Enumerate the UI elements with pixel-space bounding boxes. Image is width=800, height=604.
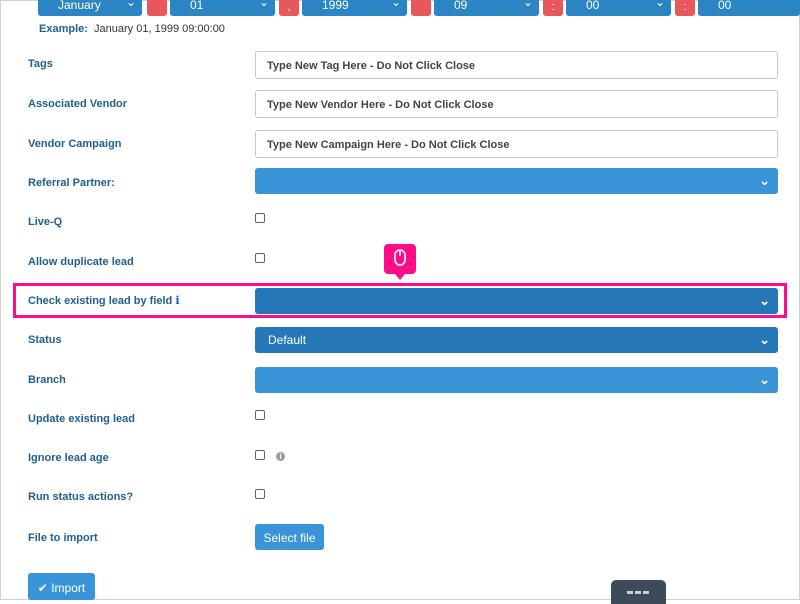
- file-label: File to import: [28, 532, 98, 544]
- chevron-down-icon: ⌄: [522, 0, 533, 9]
- example-value: January 01, 1999 09:00:00: [94, 23, 225, 35]
- check-existing-select[interactable]: ⌄: [255, 288, 778, 314]
- status-value: Default: [268, 333, 307, 347]
- status-select[interactable]: Default ⌄: [255, 327, 778, 353]
- date-separator: [147, 0, 167, 16]
- tags-label: Tags: [28, 58, 53, 70]
- ignore-age-label: Ignore lead age: [28, 452, 109, 464]
- vendor-placeholder: Type New Vendor Here - Do Not Click Clos…: [267, 99, 494, 111]
- tags-placeholder: Type New Tag Here - Do Not Click Close: [267, 60, 476, 72]
- vendor-input[interactable]: Type New Vendor Here - Do Not Click Clos…: [255, 90, 778, 118]
- chevron-down-icon: ⌄: [125, 0, 136, 9]
- liveq-label: Live-Q: [28, 216, 63, 228]
- run-status-checkbox[interactable]: [255, 489, 265, 499]
- update-existing-checkbox[interactable]: [255, 410, 265, 420]
- toolbar-dot: [635, 591, 641, 594]
- referral-select[interactable]: ⌄: [255, 168, 778, 194]
- import-label: Import: [51, 581, 86, 595]
- info-icon: i: [175, 294, 180, 307]
- chevron-down-icon: ⌄: [759, 372, 770, 387]
- liveq-checkbox[interactable]: [255, 213, 265, 223]
- time-separator: :: [543, 0, 563, 16]
- toolbar-dot: [643, 591, 649, 594]
- date-separator: [411, 0, 431, 16]
- import-button[interactable]: ✔ Import: [28, 573, 95, 600]
- chevron-down-icon: ⌄: [258, 0, 269, 9]
- campaign-label: Vendor Campaign: [28, 138, 122, 150]
- bottom-toolbar[interactable]: [611, 580, 666, 604]
- duplicate-checkbox[interactable]: [255, 253, 265, 263]
- check-existing-label: Check existing lead by field i: [28, 294, 180, 307]
- example-label: Example:: [39, 23, 88, 35]
- second-select[interactable]: 00: [698, 0, 800, 16]
- chevron-down-icon: ⌄: [759, 293, 770, 308]
- minute-select[interactable]: 00 ⌄: [566, 0, 671, 16]
- date-example: Example: January 01, 1999 09:00:00: [39, 23, 225, 35]
- month-select[interactable]: January ⌄: [38, 0, 142, 16]
- vendor-label: Associated Vendor: [28, 98, 128, 110]
- check-circle-icon: ✔: [37, 581, 48, 595]
- ignore-age-checkbox[interactable]: [255, 450, 265, 460]
- toolbar-dot: [627, 591, 633, 594]
- chevron-down-icon: ⌄: [654, 0, 665, 9]
- tags-input[interactable]: Type New Tag Here - Do Not Click Close: [255, 51, 778, 79]
- select-file-button[interactable]: Select file: [255, 524, 324, 550]
- second-value: 00: [718, 0, 732, 12]
- year-select[interactable]: 1999 ⌄: [302, 0, 407, 16]
- campaign-input[interactable]: Type New Campaign Here - Do Not Click Cl…: [255, 130, 778, 158]
- hour-value: 09: [454, 0, 468, 12]
- month-value: January: [58, 0, 101, 12]
- referral-label: Referral Partner:: [28, 177, 115, 189]
- info-icon[interactable]: i: [276, 452, 285, 461]
- chevron-down-icon: ⌄: [390, 0, 401, 9]
- duplicate-label: Allow duplicate lead: [28, 256, 134, 268]
- status-label: Status: [28, 334, 62, 346]
- minute-value: 00: [586, 0, 600, 12]
- update-existing-label: Update existing lead: [28, 413, 135, 425]
- mouse-icon: [394, 249, 406, 266]
- campaign-placeholder: Type New Campaign Here - Do Not Click Cl…: [267, 139, 510, 151]
- time-separator: :: [675, 0, 695, 16]
- date-separator-comma: ,: [279, 0, 299, 16]
- day-select[interactable]: 01 ⌄: [170, 0, 275, 16]
- hour-select[interactable]: 09 ⌄: [434, 0, 539, 16]
- day-value: 01: [190, 0, 204, 12]
- chevron-down-icon: ⌄: [759, 173, 770, 188]
- year-value: 1999: [322, 0, 349, 12]
- chevron-down-icon: ⌄: [759, 332, 770, 347]
- branch-label: Branch: [28, 374, 66, 386]
- run-status-label: Run status actions?: [28, 491, 134, 503]
- branch-select[interactable]: ⌄: [255, 367, 778, 393]
- cursor-indicator: [384, 244, 416, 280]
- check-existing-text: Check existing lead by field: [28, 295, 173, 307]
